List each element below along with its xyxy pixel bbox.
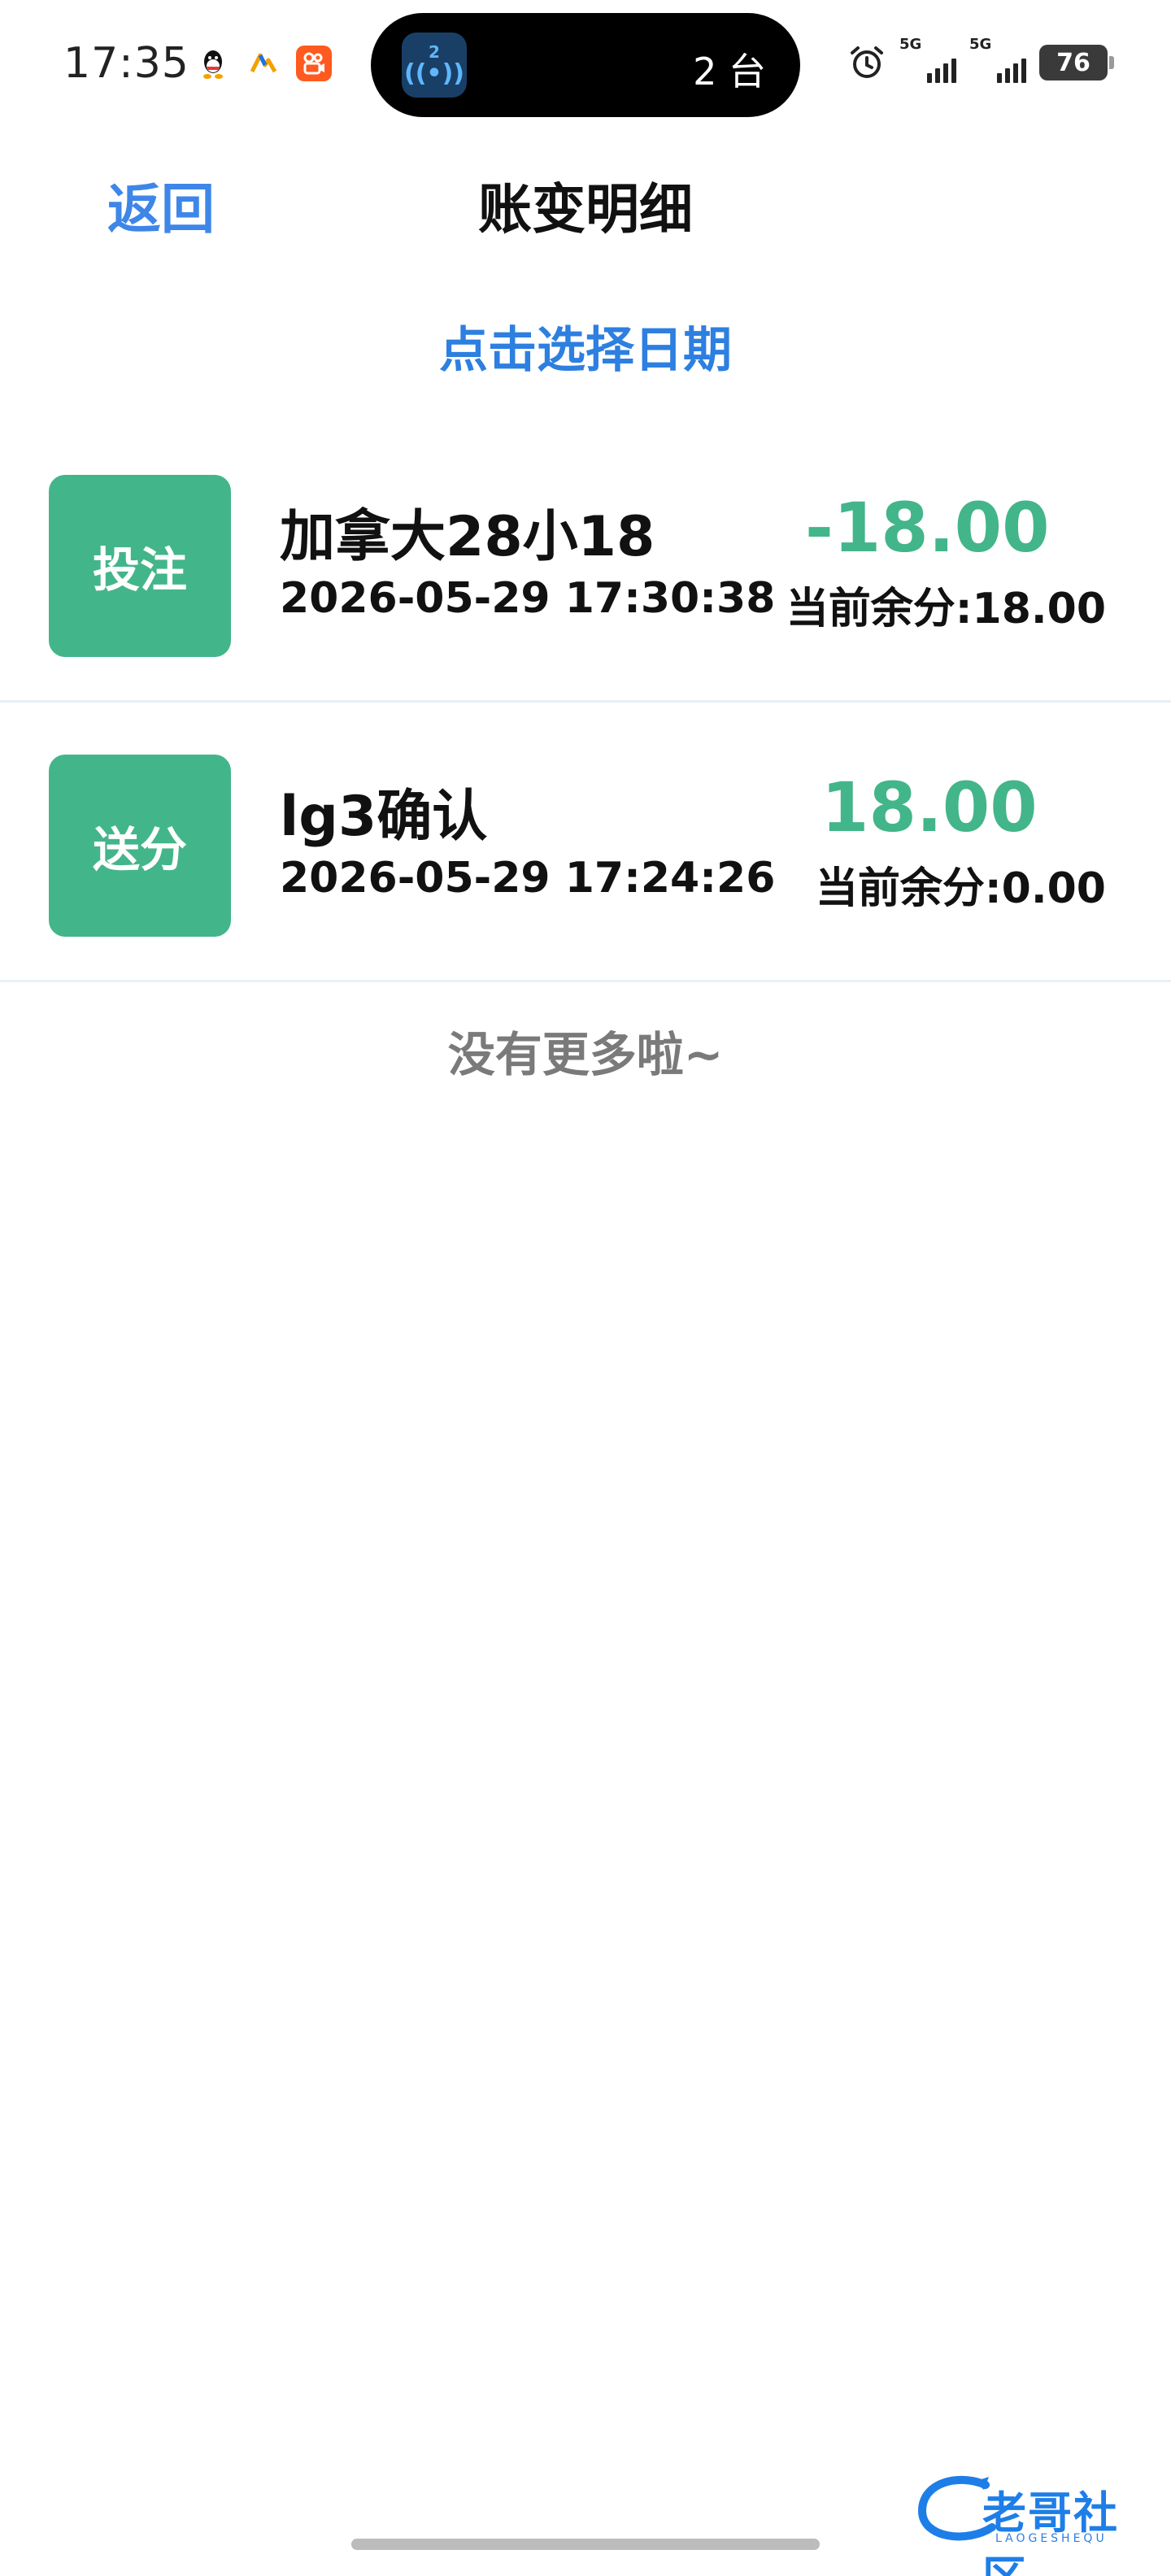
transaction-time: 2026-05-29 17:30:38	[280, 574, 776, 623]
transaction-time: 2026-05-29 17:24:26	[280, 854, 776, 903]
hotspot-wave-icon: ((•))	[403, 59, 465, 88]
watermark-text: 老哥社区	[982, 2487, 1119, 2576]
hotspot-app-icon: 2 ((•))	[402, 33, 467, 98]
connected-devices-text: 2 台	[693, 50, 766, 94]
transaction-title: lg3确认	[280, 785, 488, 849]
status-indicators: 5G 5G 76	[847, 36, 1114, 85]
battery-level: 76	[1056, 48, 1090, 77]
signal-strength-2: 5G	[969, 36, 1026, 85]
network-type-label: 5G	[969, 36, 992, 53]
date-picker-button[interactable]: 点击选择日期	[0, 311, 1171, 381]
transaction-amount: -18.00	[805, 488, 1050, 568]
no-more-text: 没有更多啦~	[447, 1027, 724, 1082]
transaction-title: 加拿大28小18	[280, 505, 655, 569]
navigation-app-icon	[246, 46, 281, 81]
network-type-label: 5G	[899, 36, 922, 53]
kuaishou-icon	[296, 46, 332, 81]
current-balance: 当前余分:0.00	[815, 864, 1106, 913]
signal-bars-icon	[997, 59, 1026, 83]
current-balance: 当前余分:18.00	[786, 585, 1106, 633]
transaction-type-badge: 投注	[49, 475, 231, 657]
signal-strength-1: 5G	[899, 36, 956, 85]
status-bar: 17:35 2 ((•)) 2 台 5G 5G 76	[0, 0, 1171, 130]
watermark-logo: 老哥社区 LAOGESHEQU	[911, 2469, 1155, 2576]
dynamic-island[interactable]: 2 ((•)) 2 台	[371, 13, 800, 117]
qq-icon	[195, 46, 231, 81]
home-indicator[interactable]	[351, 2539, 820, 2550]
signal-bars-icon	[927, 59, 956, 83]
alarm-icon	[851, 46, 883, 78]
transaction-amount: 18.00	[821, 768, 1038, 847]
list-item[interactable]: 送分 lg3确认 2026-05-29 17:24:26 18.00 当前余分:…	[0, 703, 1171, 982]
back-button[interactable]: 返回	[107, 166, 215, 244]
status-time: 17:35	[63, 39, 189, 88]
watermark-subtext: LAOGESHEQU	[995, 2532, 1108, 2545]
hotspot-count: 2	[429, 42, 440, 62]
account-change-detail-page: 17:35 2 ((•)) 2 台 5G 5G 76 账变明细 返回 点击选择日…	[0, 0, 1171, 2576]
status-notification-icons	[195, 46, 332, 81]
nav-header: 账变明细 返回	[0, 154, 1171, 244]
list-item[interactable]: 投注 加拿大28小18 2026-05-29 17:30:38 -18.00 当…	[0, 423, 1171, 703]
transaction-list: 投注 加拿大28小18 2026-05-29 17:30:38 -18.00 当…	[0, 423, 1171, 982]
battery-icon: 76	[1039, 45, 1114, 80]
transaction-type-badge: 送分	[49, 755, 231, 937]
